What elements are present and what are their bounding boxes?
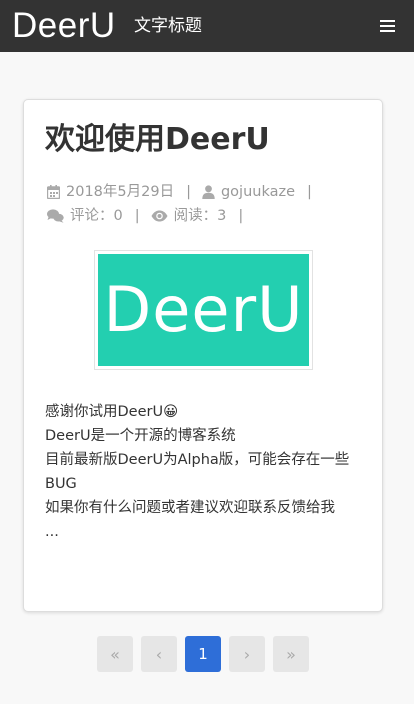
next-page-button[interactable]: › xyxy=(229,636,265,672)
brand-logo[interactable]: DeerU xyxy=(12,5,116,47)
logo-text: DeerU xyxy=(103,273,304,346)
excerpt-line: 如果你有什么问题或者建议欢迎联系反馈给我 xyxy=(45,500,335,516)
first-page-button[interactable]: « xyxy=(97,636,133,672)
menu-button[interactable] xyxy=(378,18,398,34)
menu-icon xyxy=(380,20,395,22)
excerpt-line: ... xyxy=(45,524,59,540)
current-page-button[interactable]: 1 xyxy=(185,636,221,672)
menu-icon-bar xyxy=(380,25,395,27)
post-meta-row-2: 评论：0 | 阅读：3 | xyxy=(47,205,254,227)
last-page-button[interactable]: » xyxy=(273,636,309,672)
post-excerpt: 感谢你试用DeerU😀 DeerU是一个开源的博客系统 目前最新版DeerU为A… xyxy=(45,400,365,544)
excerpt-line: 感谢你试用DeerU😀 xyxy=(45,404,179,420)
post-title[interactable]: 欢迎使用DeerU xyxy=(45,120,270,160)
menu-icon-bar xyxy=(380,30,395,32)
post-card: 欢迎使用DeerU 2018年5月29日 | gojuukaze | 评论：0 … xyxy=(23,99,383,612)
excerpt-line: 目前最新版DeerU为Alpha版，可能会存在一些BUG xyxy=(45,452,350,492)
calendar-icon xyxy=(47,185,60,199)
post-meta-row-1: 2018年5月29日 | gojuukaze | xyxy=(47,181,323,203)
meta-separator: | xyxy=(238,208,244,224)
user-icon xyxy=(202,185,215,199)
eye-icon xyxy=(151,210,168,222)
post-date: 2018年5月29日 xyxy=(66,184,175,200)
view-count: 阅读：3 xyxy=(173,208,227,224)
post-cover-image[interactable]: DeerU xyxy=(94,250,313,370)
excerpt-line: DeerU是一个开源的博客系统 xyxy=(45,428,236,444)
comments-icon xyxy=(47,209,64,223)
deeru-logo: DeerU xyxy=(98,254,309,366)
meta-separator: | xyxy=(186,184,191,200)
comment-count: 评论：0 xyxy=(70,208,123,224)
meta-separator: | xyxy=(134,208,140,224)
prev-page-button[interactable]: ‹ xyxy=(141,636,177,672)
post-author[interactable]: gojuukaze xyxy=(221,181,295,203)
meta-separator: | xyxy=(307,184,312,200)
navbar: DeerU 文字标题 xyxy=(0,0,414,52)
nav-title[interactable]: 文字标题 xyxy=(134,14,202,38)
pagination: « ‹ 1 › » xyxy=(97,636,309,672)
